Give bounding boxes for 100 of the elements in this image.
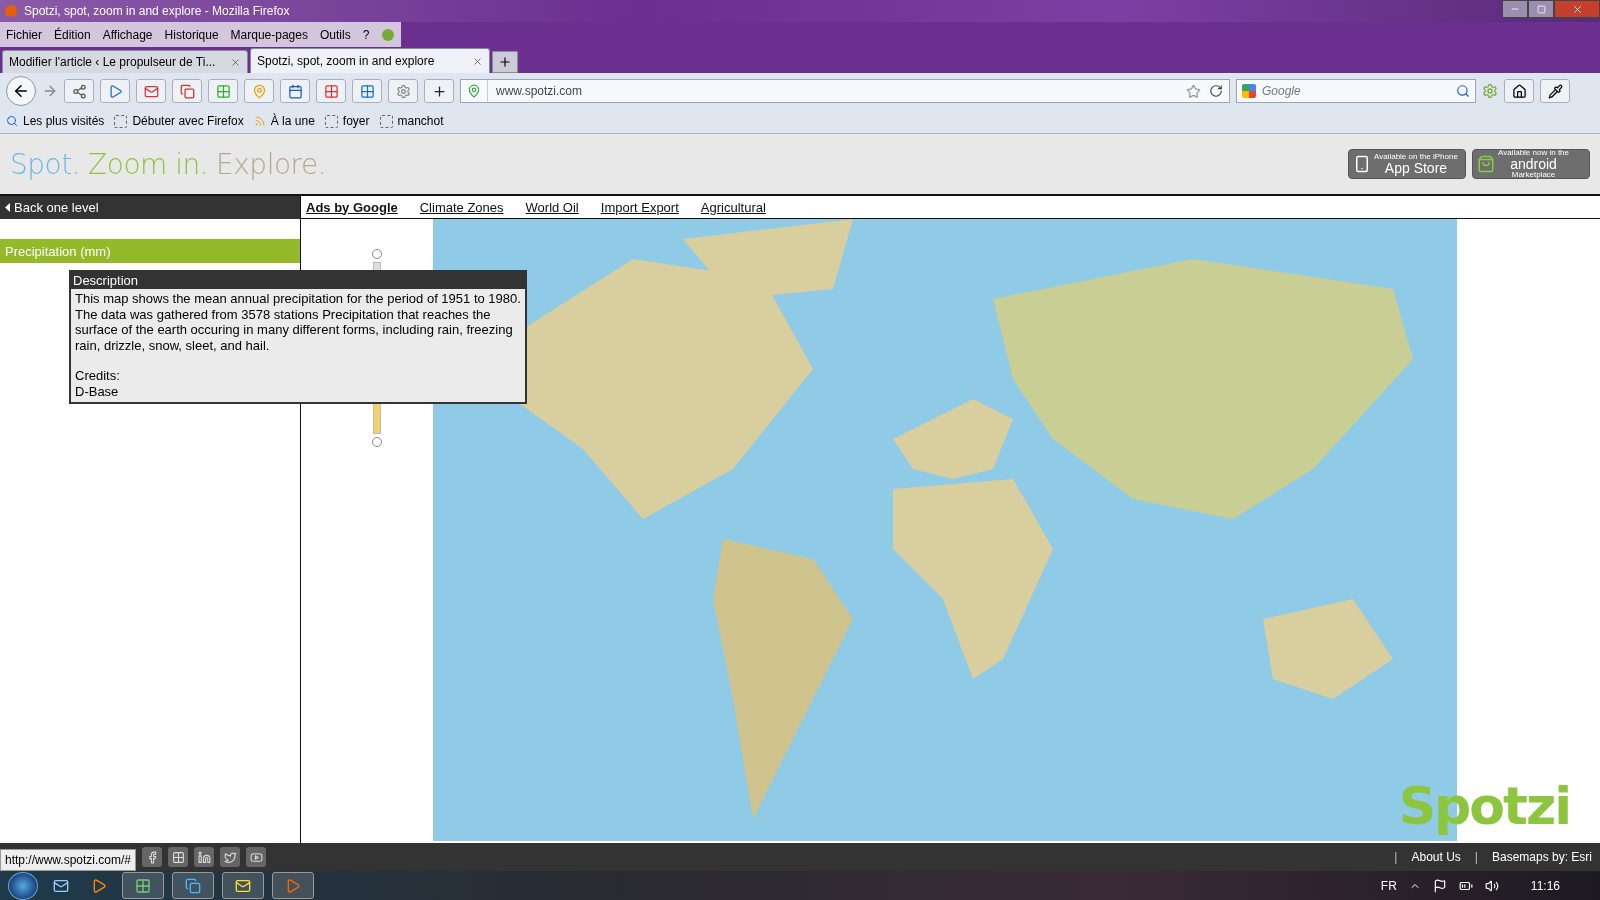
plus-icon	[498, 55, 512, 69]
taskbar-button[interactable]	[172, 872, 214, 899]
bookmark-link[interactable]: manchot	[379, 114, 444, 128]
home-icon	[1511, 83, 1527, 99]
play-icon	[91, 877, 107, 894]
pipette-button[interactable]	[1540, 79, 1570, 103]
footer-link[interactable]: Basemaps by: Esri	[1491, 850, 1592, 864]
nav-link[interactable]: World Oil	[525, 199, 579, 215]
menu-item[interactable]: ?	[362, 27, 370, 42]
nav-link[interactable]: Ads by Google	[306, 199, 398, 215]
separator: |	[1394, 850, 1398, 864]
minimize-button[interactable]	[1502, 0, 1528, 18]
menu-item[interactable]: Édition	[54, 27, 91, 42]
menu-item[interactable]: Affichage	[102, 27, 153, 42]
tooltip-text: This map shows the mean annual precipitation for the period of 1951 to 1980. The data was gathered from 3578 stations Precipitation that reaches the surface of the earth occuring in many different forms, including rain, freezing rain, drizzle, snow, sleet, and hail.	[75, 291, 521, 353]
phone-icon	[1353, 155, 1371, 173]
credits-text: D-Base	[75, 383, 120, 399]
twitter-button[interactable]	[220, 847, 241, 867]
back-button[interactable]	[6, 76, 36, 106]
address-bar[interactable]: www.spotzi.com	[460, 79, 1230, 103]
copy-icon	[179, 83, 195, 99]
browser-tab[interactable]: Spotzi, spot, zoom in and explore	[250, 48, 490, 73]
zoom-out-button[interactable]	[372, 437, 382, 447]
nav-link[interactable]: Agricultural	[700, 199, 766, 215]
grid-icon	[359, 83, 375, 99]
volume-icon[interactable]	[1484, 878, 1499, 893]
tagline-word: Spot.	[10, 147, 81, 181]
bookmark-link[interactable]: À la une	[253, 114, 315, 128]
facebook-button[interactable]	[142, 847, 163, 867]
separator: |	[1474, 850, 1478, 864]
menu-item[interactable]: Historique	[164, 27, 219, 42]
bag-icon	[1477, 155, 1495, 173]
bookmark-link[interactable]: Débuter avec Firefox	[114, 114, 244, 128]
maximize-button[interactable]	[1528, 0, 1554, 18]
menu-item[interactable]: Outils	[319, 27, 351, 42]
search-box[interactable]: Google	[1236, 79, 1476, 103]
page-icon	[114, 114, 128, 128]
credits-label: Credits:	[75, 368, 121, 384]
star-icon[interactable]	[1186, 83, 1201, 99]
tagline-word: Explore.	[216, 147, 327, 181]
browser-tab[interactable]: Modifier l'article ‹ Le propulseur de Ti...	[2, 50, 248, 73]
mail-icon	[53, 877, 69, 894]
site-icon	[467, 84, 481, 98]
maximize-icon	[1536, 4, 1546, 14]
nav-link[interactable]: Import Export	[600, 199, 679, 215]
close-icon	[1571, 3, 1583, 15]
linkedin-button[interactable]	[194, 847, 215, 867]
toolbar-button[interactable]	[424, 79, 454, 103]
store-badge[interactable]: Available on the iPhone App Store	[1348, 149, 1466, 179]
search-icon[interactable]	[1456, 84, 1470, 98]
menu-item[interactable]: Marque-pages	[230, 27, 308, 42]
forward-icon[interactable]	[42, 83, 58, 99]
plus-icon	[431, 83, 447, 99]
browser-icon	[4, 4, 18, 18]
bookmark-link[interactable]: Les plus visités	[6, 114, 105, 128]
back-level-button[interactable]: Back one level	[0, 196, 300, 219]
nav-link[interactable]: Climate Zones	[419, 199, 504, 215]
start-button[interactable]	[8, 871, 38, 900]
footer-link[interactable]: About Us	[1411, 850, 1461, 864]
mail-icon	[235, 877, 251, 894]
bird-icon	[223, 850, 237, 864]
tooltip-title: Description	[71, 272, 525, 289]
taskbar-button[interactable]	[222, 872, 264, 899]
taskbar-button[interactable]	[122, 872, 164, 899]
store-badge[interactable]: Available now in the android Marketplace	[1472, 149, 1590, 179]
window-title: Spotzi, spot, zoom in and explore - Mozilla Firefox	[24, 4, 290, 18]
zoom-in-button[interactable]	[372, 249, 382, 259]
tagline-word: Zoom in.	[88, 147, 209, 181]
social-button[interactable]	[168, 847, 189, 867]
grid-icon	[215, 83, 231, 99]
youtube-icon	[249, 850, 263, 864]
reload-icon[interactable]	[1209, 84, 1223, 98]
close-icon[interactable]	[230, 56, 241, 68]
pipette-icon	[1547, 83, 1563, 99]
clock[interactable]: 11:16	[1530, 878, 1560, 893]
youtube-button[interactable]	[246, 847, 267, 867]
page-icon	[324, 114, 338, 128]
language-indicator[interactable]: FR	[1380, 878, 1397, 893]
close-icon[interactable]	[472, 55, 483, 67]
play-icon	[285, 877, 301, 894]
menu-item[interactable]: Fichier	[6, 27, 42, 42]
settings-icon	[395, 83, 411, 99]
bookmark-link[interactable]: foyer	[324, 114, 370, 128]
search-icon	[6, 115, 18, 127]
flag-icon[interactable]	[1432, 878, 1447, 893]
home-button[interactable]	[1504, 79, 1534, 103]
search-field[interactable]: Google	[1260, 83, 1452, 99]
grid-icon	[135, 877, 151, 894]
copy-icon	[185, 877, 201, 894]
grid-icon	[171, 850, 185, 864]
new-tab-button[interactable]	[492, 51, 518, 73]
feed-icon	[253, 115, 266, 127]
page-icon	[379, 114, 393, 128]
search-engine-icon[interactable]	[1242, 84, 1256, 98]
caret-icon	[5, 203, 10, 212]
status-url: http://www.spotzi.com/#	[0, 849, 137, 871]
mail-icon	[143, 83, 159, 99]
map-pin-icon	[251, 83, 267, 99]
play-icon	[107, 83, 123, 99]
linkedin-icon	[197, 850, 211, 864]
